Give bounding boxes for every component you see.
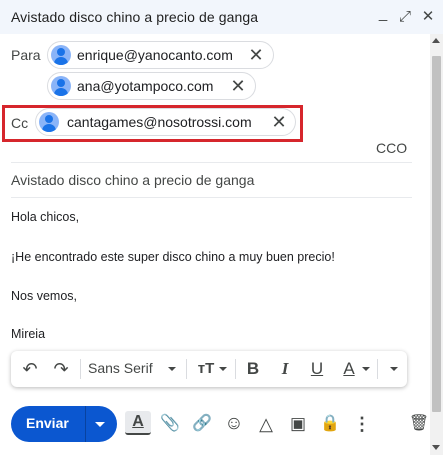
- chevron-down-icon: [219, 367, 227, 371]
- recipient-email: enrique@yanocanto.com: [77, 47, 233, 63]
- minimize-icon[interactable]: _: [373, 3, 393, 25]
- toolbar-divider: [235, 359, 236, 379]
- toolbar-divider: [80, 359, 81, 379]
- link-icon[interactable]: 🔗: [189, 411, 215, 437]
- drive-icon[interactable]: △: [253, 411, 279, 437]
- emoji-icon[interactable]: ☺: [221, 411, 247, 437]
- avatar-icon: [51, 45, 71, 65]
- formatting-options-icon[interactable]: A: [125, 411, 151, 435]
- avatar-icon: [39, 112, 59, 132]
- avatar-icon: [51, 76, 71, 96]
- italic-icon[interactable]: I: [275, 358, 295, 380]
- more-options-icon[interactable]: ⋮: [349, 411, 375, 437]
- expand-icon[interactable]: ⤢: [395, 6, 415, 28]
- compose-title: Avistado disco chino a precio de ganga: [11, 9, 259, 25]
- underline-icon[interactable]: U: [307, 358, 327, 380]
- subject-field[interactable]: Avistado disco chino a precio de ganga: [11, 172, 254, 188]
- remove-recipient-icon[interactable]: ✕: [247, 45, 265, 65]
- send-button[interactable]: Enviar: [11, 406, 117, 442]
- subject-divider: [11, 197, 412, 198]
- chevron-down-icon: [362, 367, 370, 371]
- remove-recipient-icon[interactable]: ✕: [229, 76, 247, 96]
- recipient-email: ana@yotampoco.com: [77, 78, 214, 94]
- scrollbar-thumb[interactable]: [432, 56, 441, 412]
- text-color-icon: A: [343, 359, 355, 378]
- recipient-chip[interactable]: enrique@yanocanto.com ✕: [47, 41, 274, 69]
- more-formatting-icon[interactable]: [390, 367, 398, 371]
- cc-recipient-email: cantagames@nosotrossi.com: [67, 114, 252, 130]
- body-line: Hola chicos,: [11, 210, 80, 224]
- body-line: ¡He encontrado este super disco chino a …: [11, 250, 335, 264]
- confidential-mode-icon[interactable]: 🔒: [317, 411, 343, 437]
- body-line: Nos vemos,: [11, 289, 77, 303]
- bcc-button[interactable]: CCO: [376, 140, 407, 156]
- redo-icon[interactable]: ↷: [50, 358, 72, 380]
- formatting-toolbar: ↶ ↷ Sans Serif тT B I U A: [11, 351, 407, 387]
- cc-label: Cc: [11, 115, 29, 131]
- body-line: Mireia: [11, 327, 46, 341]
- recipients-divider: [11, 162, 412, 163]
- undo-icon[interactable]: ↶: [19, 358, 41, 380]
- close-icon[interactable]: ✕: [418, 6, 438, 28]
- trash-icon[interactable]: 🗑: [406, 411, 432, 437]
- cc-recipient-chip[interactable]: cantagames@nosotrossi.com ✕: [35, 108, 296, 136]
- text-size-icon: тT: [197, 360, 215, 377]
- attach-icon[interactable]: 📎: [157, 411, 183, 437]
- toolbar-divider: [186, 359, 187, 379]
- photo-icon[interactable]: ▣: [285, 411, 311, 437]
- chevron-down-icon: [168, 367, 176, 371]
- toolbar-divider: [377, 359, 378, 379]
- to-label: Para: [11, 47, 41, 63]
- send-divider: [85, 406, 86, 442]
- scroll-down-arrow-icon[interactable]: [432, 445, 440, 450]
- bold-icon[interactable]: B: [243, 358, 263, 380]
- remove-recipient-icon[interactable]: ✕: [270, 112, 288, 132]
- recipient-chip[interactable]: ana@yotampoco.com ✕: [47, 72, 256, 100]
- font-family-label: Sans Serif: [88, 360, 153, 376]
- compose-header: Avistado disco chino a precio de ganga _…: [0, 0, 443, 34]
- send-options-icon[interactable]: [95, 422, 105, 427]
- send-label: Enviar: [26, 415, 69, 431]
- scroll-up-arrow-icon[interactable]: [432, 38, 440, 43]
